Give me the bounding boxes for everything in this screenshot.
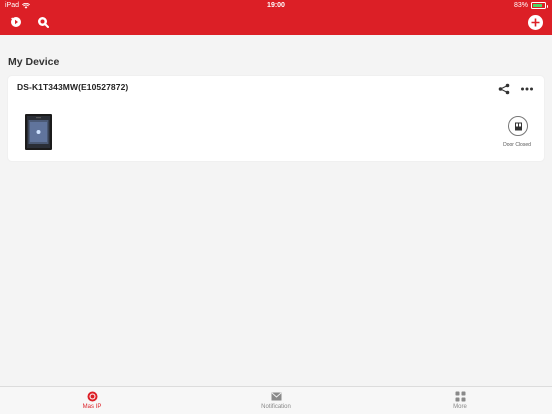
terminal-image	[25, 114, 52, 150]
app-header: iPad 19:00 83%	[0, 0, 552, 35]
door-status-label: Door Closed	[503, 142, 531, 148]
plus-icon	[531, 18, 540, 27]
battery-icon	[531, 2, 548, 9]
grid-icon	[455, 391, 466, 402]
record-icon	[87, 391, 98, 402]
tab-mas-ip[interactable]: Mas IP	[0, 387, 184, 414]
tab-more[interactable]: More	[368, 387, 552, 414]
status-right: 83%	[513, 2, 548, 9]
add-device-button[interactable]	[528, 15, 543, 30]
tab-notification[interactable]: Notification	[184, 387, 368, 414]
playback-icon	[11, 17, 21, 27]
share-icon	[498, 83, 510, 95]
section-title: My Device	[8, 56, 60, 68]
tab-label: Mas IP	[82, 404, 102, 410]
tab-label: More	[453, 404, 467, 410]
status-time: 19:00	[267, 2, 285, 9]
battery-fill	[533, 4, 543, 7]
device-card[interactable]: DS-K1T343MW(E10527872) Door Closed	[8, 76, 544, 161]
share-button[interactable]	[498, 82, 510, 95]
door-icon	[514, 122, 522, 130]
more-dots-icon	[521, 87, 533, 91]
door-control-button[interactable]	[508, 116, 528, 136]
search-button[interactable]	[37, 16, 49, 28]
tab-label: Notification	[261, 404, 291, 410]
tab-bar: Mas IP Notification More	[0, 386, 552, 414]
status-bar: iPad 19:00 83%	[0, 0, 552, 12]
device-name: DS-K1T343MW(E10527872)	[17, 82, 129, 92]
device-thumbnail[interactable]	[25, 114, 52, 150]
playback-button[interactable]	[10, 16, 22, 28]
more-options-button[interactable]	[520, 82, 534, 94]
envelope-icon	[271, 391, 282, 402]
search-icon	[38, 17, 49, 28]
battery-percent: 83%	[513, 2, 528, 9]
